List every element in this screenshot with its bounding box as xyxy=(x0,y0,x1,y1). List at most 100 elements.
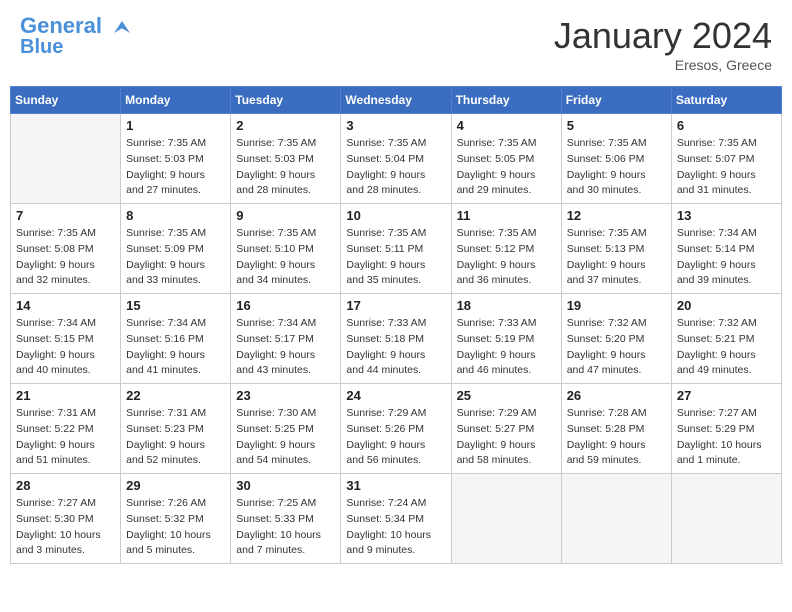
day-info-line: and 27 minutes. xyxy=(126,183,225,199)
calendar-day-cell xyxy=(561,474,671,564)
day-info-line: Daylight: 9 hours xyxy=(346,438,445,454)
day-number: 26 xyxy=(567,388,666,403)
day-info-line: Daylight: 10 hours xyxy=(236,528,335,544)
calendar-week-row: 21Sunrise: 7:31 AMSunset: 5:22 PMDayligh… xyxy=(11,384,782,474)
day-info-line: Daylight: 9 hours xyxy=(236,258,335,274)
day-info-line: Daylight: 9 hours xyxy=(677,168,776,184)
day-info-line: Sunrise: 7:33 AM xyxy=(457,316,556,332)
calendar-day-cell: 6Sunrise: 7:35 AMSunset: 5:07 PMDaylight… xyxy=(671,114,781,204)
day-info-line: Sunrise: 7:30 AM xyxy=(236,406,335,422)
day-number: 9 xyxy=(236,208,335,223)
day-number: 16 xyxy=(236,298,335,313)
day-info-line: Sunset: 5:32 PM xyxy=(126,512,225,528)
day-info-line: and 43 minutes. xyxy=(236,363,335,379)
day-info-line: and 56 minutes. xyxy=(346,453,445,469)
day-info-line: Daylight: 9 hours xyxy=(457,168,556,184)
calendar-day-cell: 12Sunrise: 7:35 AMSunset: 5:13 PMDayligh… xyxy=(561,204,671,294)
calendar-day-cell xyxy=(671,474,781,564)
day-info-line: Daylight: 9 hours xyxy=(236,168,335,184)
day-number: 17 xyxy=(346,298,445,313)
day-info-line: Sunset: 5:10 PM xyxy=(236,242,335,258)
day-info-line: Sunrise: 7:35 AM xyxy=(236,226,335,242)
day-info: Sunrise: 7:34 AMSunset: 5:16 PMDaylight:… xyxy=(126,316,225,379)
calendar-day-cell: 16 Sunrise: 7:34 AMSunset: 5:17 PMDayligh… xyxy=(231,294,341,384)
day-info-line: Sunrise: 7:31 AM xyxy=(126,406,225,422)
logo-blue: Blue xyxy=(20,36,63,58)
day-info-line: Sunrise: 7:29 AM xyxy=(346,406,445,422)
day-info-line: Sunset: 5:27 PM xyxy=(457,422,556,438)
day-info-line: and 34 minutes. xyxy=(236,273,335,289)
day-number: 3 xyxy=(346,118,445,133)
day-info-line: Sunset: 5:15 PM xyxy=(16,332,115,348)
day-info-line: and 46 minutes. xyxy=(457,363,556,379)
day-info-line: Sunset: 5:11 PM xyxy=(346,242,445,258)
day-info-line: and 28 minutes. xyxy=(236,183,335,199)
day-info-line: and 1 minute. xyxy=(677,453,776,469)
logo-bird-icon xyxy=(110,17,134,37)
day-info-line: Sunrise: 7:26 AM xyxy=(126,496,225,512)
day-info-line: Daylight: 9 hours xyxy=(126,168,225,184)
calendar-day-cell: 4Sunrise: 7:35 AMSunset: 5:05 PMDaylight… xyxy=(451,114,561,204)
day-number: 20 xyxy=(677,298,776,313)
day-number: 22 xyxy=(126,388,225,403)
day-info-line: and 39 minutes. xyxy=(677,273,776,289)
day-info-line: Sunset: 5:25 PM xyxy=(236,422,335,438)
location-subtitle: Eresos, Greece xyxy=(554,57,772,73)
day-info-line: Sunrise: 7:35 AM xyxy=(236,136,335,152)
day-info: Sunrise: 7:33 AMSunset: 5:19 PMDaylight:… xyxy=(457,316,556,379)
day-info-line: Sunrise: 7:25 AM xyxy=(236,496,335,512)
calendar-day-cell: 8Sunrise: 7:35 AMSunset: 5:09 PMDaylight… xyxy=(121,204,231,294)
calendar-day-cell: 26Sunrise: 7:28 AMSunset: 5:28 PMDayligh… xyxy=(561,384,671,474)
day-info-line: Sunrise: 7:24 AM xyxy=(346,496,445,512)
day-info-line: Daylight: 9 hours xyxy=(567,168,666,184)
day-info-line: Sunrise: 7:35 AM xyxy=(457,226,556,242)
day-info-line: Daylight: 10 hours xyxy=(126,528,225,544)
day-number: 23 xyxy=(236,388,335,403)
day-number: 15 xyxy=(126,298,225,313)
day-number: 6 xyxy=(677,118,776,133)
day-info-line: and 31 minutes. xyxy=(677,183,776,199)
day-info-line: Sunset: 5:14 PM xyxy=(677,242,776,258)
calendar-day-cell: 20 Sunrise: 7:32 AMSunset: 5:21 PMDayligh… xyxy=(671,294,781,384)
day-number: 4 xyxy=(457,118,556,133)
day-number: 29 xyxy=(126,478,225,493)
calendar-day-cell: 27Sunrise: 7:27 AMSunset: 5:29 PMDayligh… xyxy=(671,384,781,474)
weekday-header-tuesday: Tuesday xyxy=(231,87,341,114)
day-info-line: and 59 minutes. xyxy=(567,453,666,469)
day-number: 28 xyxy=(16,478,115,493)
day-info-line: Sunset: 5:16 PM xyxy=(126,332,225,348)
day-info: Sunrise: 7:34 AMSunset: 5:17 PMDaylight:… xyxy=(236,316,335,379)
title-area: January 2024 Eresos, Greece xyxy=(554,15,772,73)
weekday-header-thursday: Thursday xyxy=(451,87,561,114)
day-number: 13 xyxy=(677,208,776,223)
day-info-line: Sunset: 5:29 PM xyxy=(677,422,776,438)
day-info-line: Daylight: 9 hours xyxy=(16,438,115,454)
day-info-line: and 40 minutes. xyxy=(16,363,115,379)
day-info-line: Sunset: 5:09 PM xyxy=(126,242,225,258)
day-info-line: Daylight: 9 hours xyxy=(346,168,445,184)
day-info-line: and 44 minutes. xyxy=(346,363,445,379)
day-info-line: Sunrise: 7:31 AM xyxy=(16,406,115,422)
day-info-line: and 3 minutes. xyxy=(16,543,115,559)
weekday-header-friday: Friday xyxy=(561,87,671,114)
day-info-line: Daylight: 9 hours xyxy=(236,438,335,454)
day-info-line: Daylight: 9 hours xyxy=(16,348,115,364)
day-number: 19 xyxy=(567,298,666,313)
day-info: Sunrise: 7:32 AMSunset: 5:21 PMDaylight:… xyxy=(677,316,776,379)
day-number: 31 xyxy=(346,478,445,493)
day-info-line: Sunset: 5:12 PM xyxy=(457,242,556,258)
calendar-day-cell: 7Sunrise: 7:35 AMSunset: 5:08 PMDaylight… xyxy=(11,204,121,294)
day-info-line: Sunset: 5:19 PM xyxy=(457,332,556,348)
day-info-line: Sunrise: 7:34 AM xyxy=(16,316,115,332)
weekday-header-wednesday: Wednesday xyxy=(341,87,451,114)
day-info-line: and 41 minutes. xyxy=(126,363,225,379)
day-info: Sunrise: 7:24 AMSunset: 5:34 PMDaylight:… xyxy=(346,496,445,559)
day-info-line: Daylight: 9 hours xyxy=(126,258,225,274)
day-info-line: and 30 minutes. xyxy=(567,183,666,199)
day-info-line: Daylight: 10 hours xyxy=(346,528,445,544)
day-info-line: and 33 minutes. xyxy=(126,273,225,289)
day-info-line: Sunrise: 7:35 AM xyxy=(457,136,556,152)
calendar-day-cell: 5Sunrise: 7:35 AMSunset: 5:06 PMDaylight… xyxy=(561,114,671,204)
day-info-line: Sunset: 5:17 PM xyxy=(236,332,335,348)
day-info: Sunrise: 7:35 AMSunset: 5:06 PMDaylight:… xyxy=(567,136,666,199)
